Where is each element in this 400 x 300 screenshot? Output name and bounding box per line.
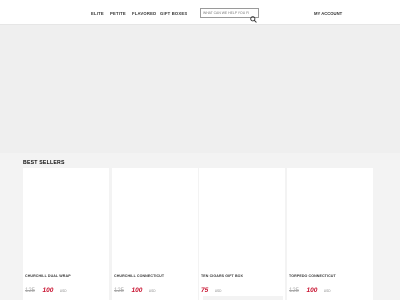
nav-item-elite[interactable]: ELITE bbox=[91, 11, 104, 16]
product-name[interactable]: CHURCHILL DUAL WRAP bbox=[25, 274, 71, 278]
nav-item-gift-boxes[interactable]: GIFT BOXES bbox=[160, 11, 187, 16]
top-navigation-bar: ELITE PETITE FLAVORED GIFT BOXES MY ACCO… bbox=[0, 0, 400, 25]
product-card[interactable]: TEN CIGARS GIFT BOX 75 USD bbox=[199, 168, 285, 300]
product-image[interactable] bbox=[112, 168, 198, 272]
product-image[interactable] bbox=[287, 168, 373, 272]
price-row: 125 100 USD bbox=[114, 279, 156, 294]
product-image[interactable] bbox=[23, 168, 109, 272]
best-sellers-title: BEST SELLERS bbox=[23, 160, 65, 166]
product-card[interactable]: CHURCHILL DUAL WRAP 125 100 USD bbox=[23, 168, 109, 300]
price-row: 75 USD bbox=[201, 279, 221, 294]
search-icon[interactable] bbox=[250, 10, 257, 23]
product-card[interactable]: CHURCHILL CONNECTICUT 125 100 USD bbox=[112, 168, 198, 300]
price-row: 125 100 USD bbox=[289, 279, 331, 294]
old-price: 125 bbox=[289, 288, 300, 294]
sale-price: 100 bbox=[131, 287, 143, 294]
product-name[interactable]: TEN CIGARS GIFT BOX bbox=[201, 274, 243, 278]
old-price: 125 bbox=[25, 288, 36, 294]
old-price: 125 bbox=[114, 288, 125, 294]
nav-item-flavored[interactable]: FLAVORED bbox=[132, 11, 156, 16]
price-row: 125 100 USD bbox=[25, 279, 67, 294]
nav-item-petite[interactable]: PETITE bbox=[110, 11, 126, 16]
card-divider bbox=[203, 296, 283, 300]
my-account-link[interactable]: MY ACCOUNT bbox=[314, 11, 342, 16]
currency-unit: USD bbox=[148, 289, 156, 293]
product-card[interactable]: TORPEDO CONNECTICUT 125 100 USD bbox=[287, 168, 373, 300]
product-image[interactable] bbox=[199, 168, 285, 272]
sale-price: 100 bbox=[42, 287, 54, 294]
product-grid: CHURCHILL DUAL WRAP 125 100 USD CHURCHIL… bbox=[23, 168, 375, 300]
hero-banner bbox=[0, 25, 400, 153]
sale-price: 100 bbox=[306, 287, 318, 294]
search-box bbox=[200, 8, 259, 23]
currency-unit: USD bbox=[59, 289, 67, 293]
sale-price: 75 bbox=[201, 287, 209, 294]
currency-unit: USD bbox=[214, 289, 222, 293]
product-name[interactable]: CHURCHILL CONNECTICUT bbox=[114, 274, 164, 278]
search-input[interactable] bbox=[203, 10, 249, 16]
product-name[interactable]: TORPEDO CONNECTICUT bbox=[289, 274, 336, 278]
currency-unit: USD bbox=[323, 289, 331, 293]
